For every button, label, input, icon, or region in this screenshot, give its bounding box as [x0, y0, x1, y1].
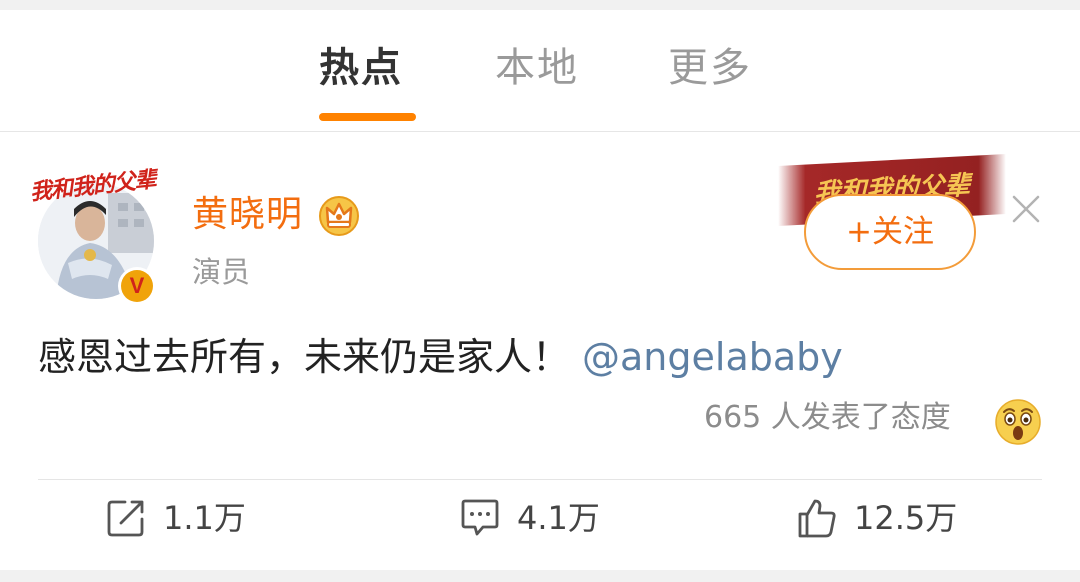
- comment-button[interactable]: 4.1万: [459, 490, 600, 546]
- repost-count: 1.1万: [163, 499, 246, 537]
- verified-v-icon: V: [121, 270, 153, 302]
- surprised-face-icon[interactable]: [994, 398, 1042, 446]
- reaction-summary[interactable]: 665 人发表了态度: [704, 396, 951, 440]
- username[interactable]: 黄晓明: [192, 190, 303, 240]
- post-text: 感恩过去所有，未来仍是家人！: [38, 335, 571, 379]
- like-count: 12.5万: [854, 499, 958, 537]
- comment-icon: [461, 499, 499, 536]
- mention-link[interactable]: @angelababy: [582, 335, 843, 379]
- comment-count: 4.1万: [517, 499, 600, 537]
- thumbs-up-icon: [798, 499, 836, 538]
- crown-icon: [319, 196, 359, 236]
- active-tab-indicator: [319, 113, 416, 121]
- tab-local[interactable]: 本地: [495, 40, 579, 96]
- repost-icon: [107, 500, 144, 537]
- verified-badge: V: [118, 267, 156, 305]
- close-icon[interactable]: [1010, 193, 1042, 225]
- top-gap: [0, 0, 1080, 10]
- follow-button[interactable]: +关注: [804, 194, 976, 270]
- feed-card: 热点 本地 更多 我和我的父辈 V 黄晓明 演员 我和我的父辈 +关注 感恩过去…: [0, 10, 1080, 570]
- tab-hot[interactable]: 热点: [319, 40, 403, 96]
- post-content: 感恩过去所有，未来仍是家人！ @angelababy: [38, 330, 843, 384]
- divider: [38, 479, 1042, 480]
- user-subtitle: 演员: [192, 255, 251, 289]
- repost-button[interactable]: 1.1万: [105, 490, 246, 546]
- bottom-gap: [0, 570, 1080, 582]
- tab-more[interactable]: 更多: [668, 40, 752, 96]
- tab-bar: 热点 本地 更多: [0, 10, 1080, 132]
- like-button[interactable]: 12.5万: [796, 490, 957, 546]
